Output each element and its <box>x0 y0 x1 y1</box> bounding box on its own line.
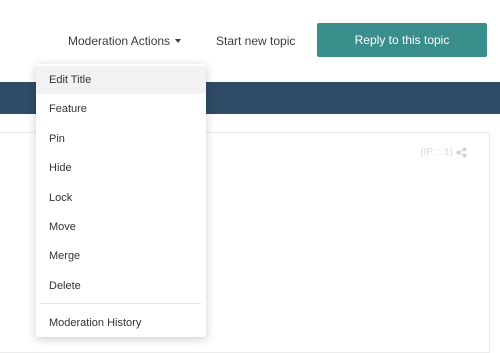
moderation-actions-toggle[interactable]: Moderation Actions <box>68 32 182 50</box>
start-new-topic-link[interactable]: Start new topic <box>216 32 295 50</box>
menu-item-hide[interactable]: Hide <box>36 154 206 182</box>
menu-divider <box>41 303 201 304</box>
menu-item-delete[interactable]: Delete <box>36 272 206 300</box>
menu-item-feature[interactable]: Feature <box>36 95 206 123</box>
menu-item-move[interactable]: Move <box>36 213 206 241</box>
topic-page: Moderation Actions Start new topic Reply… <box>0 0 500 353</box>
reply-button-label: Reply to this topic <box>354 33 450 47</box>
moderation-actions-label: Moderation Actions <box>68 34 171 48</box>
caret-down-icon <box>175 39 182 43</box>
menu-item-pin[interactable]: Pin <box>36 125 206 153</box>
menu-item-merge[interactable]: Merge <box>36 242 206 270</box>
share-icon[interactable] <box>456 147 467 158</box>
menu-item-edit-title[interactable]: Edit Title <box>36 66 206 94</box>
menu-item-moderation-history[interactable]: Moderation History <box>36 309 206 337</box>
post-ip-address: (IP: ::1) <box>420 147 453 158</box>
menu-item-lock[interactable]: Lock <box>36 184 206 212</box>
reply-to-topic-button[interactable]: Reply to this topic <box>317 23 487 57</box>
moderation-actions-menu: Edit Title Feature Pin Hide Lock Move Me… <box>36 64 206 337</box>
